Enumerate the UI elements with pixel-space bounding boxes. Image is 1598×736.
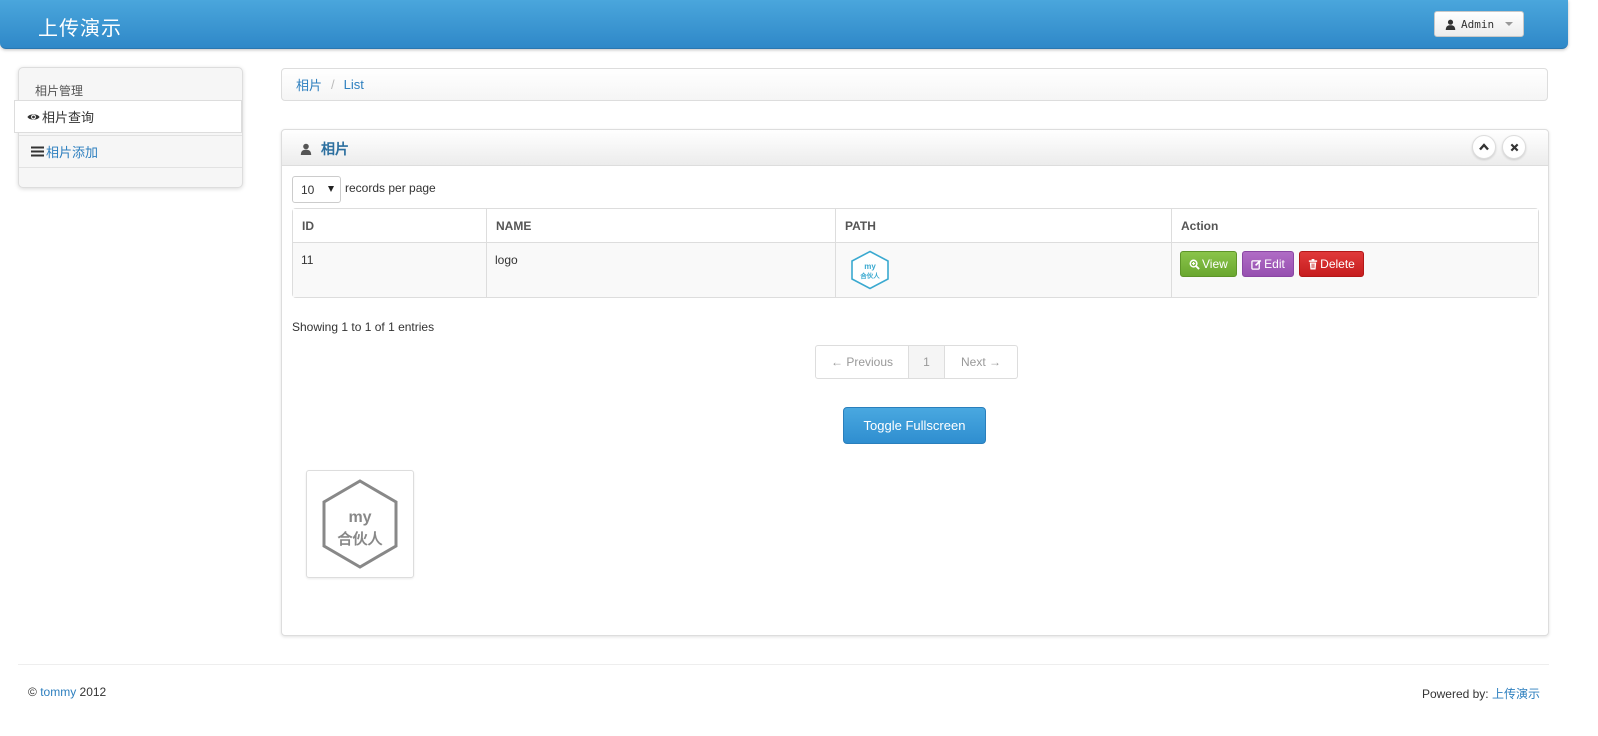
cell-id: 11 [293, 243, 487, 297]
breadcrumb-link-list[interactable]: List [344, 77, 364, 92]
edit-button[interactable]: Edit [1242, 251, 1294, 277]
close-icon [1510, 143, 1519, 152]
sidebar-item-label: 相片添加 [46, 145, 99, 160]
delete-button-label: Delete [1320, 257, 1355, 271]
eye-icon [27, 112, 40, 122]
table-row: 11 logo my 合伙人 View Edit Delete [293, 243, 1538, 297]
pagination-next[interactable]: Next → [945, 346, 1017, 378]
trash-icon [1308, 258, 1318, 270]
close-panel-button[interactable] [1502, 135, 1526, 159]
view-button-label: View [1202, 257, 1228, 271]
sidebar-item-label: 相片查询 [42, 110, 95, 125]
caret-down-icon [328, 186, 334, 192]
panel-title-text: 相片 [321, 141, 349, 157]
pagination: ← Previous 1 Next → [815, 345, 1018, 379]
zoom-in-icon [1189, 259, 1200, 270]
chevron-down-icon [1505, 22, 1514, 26]
logo-image: my 合伙人 [322, 479, 398, 569]
records-per-page-value: 10 [301, 182, 315, 197]
delete-button[interactable]: Delete [1299, 251, 1364, 277]
cell-name: logo [487, 243, 836, 297]
sidebar-header: 相片管理 [35, 84, 84, 98]
footer-powered-by: Powered by: 上传演示 [1422, 685, 1540, 702]
table-info: Showing 1 to 1 of 1 entries [292, 320, 435, 334]
thumbnail-small-text-1: my [864, 262, 876, 271]
user-menu-label: Admin [1461, 17, 1495, 31]
powered-by-label: Powered by: [1421, 687, 1489, 701]
panel-title: 相片 [300, 139, 349, 159]
records-per-page-label: records per page [345, 181, 436, 195]
breadcrumb: 相片 / List [281, 68, 1548, 101]
footer-divider [18, 664, 1549, 665]
table-header-row: ID NAME PATH Action [293, 209, 1538, 243]
column-header-action[interactable]: Action [1172, 209, 1538, 243]
sidebar-item-photo-query[interactable]: 相片查询 [14, 100, 242, 133]
edit-button-label: Edit [1264, 257, 1285, 271]
footer-copyright: © tommy 2012 [28, 685, 106, 699]
user-menu-button[interactable]: Admin [1434, 11, 1524, 37]
column-header-name[interactable]: NAME [487, 209, 836, 243]
toggle-fullscreen-button[interactable]: Toggle Fullscreen [843, 407, 986, 444]
copyright-year: 2012 [79, 685, 107, 699]
breadcrumb-link-photos[interactable]: 相片 [296, 75, 322, 94]
collapse-button[interactable] [1472, 135, 1496, 159]
column-header-id[interactable]: ID [293, 209, 487, 243]
thumbnail-small-text-2: 合伙人 [859, 271, 880, 280]
list-icon [31, 146, 44, 157]
column-header-path[interactable]: PATH [836, 209, 1172, 243]
photo-panel: 相片 10 records per page ID NAME PATH Acti… [281, 129, 1549, 636]
breadcrumb-separator: / [331, 77, 335, 92]
brand-title[interactable]: 上传演示 [38, 12, 122, 41]
cell-actions: View Edit Delete [1172, 243, 1538, 297]
user-icon [1445, 19, 1456, 30]
author-link[interactable]: tommy [40, 685, 76, 699]
copyright-symbol: © [28, 685, 37, 699]
thumbnail-large-text-1: my [348, 509, 371, 526]
panel-header: 相片 [282, 130, 1548, 166]
sidebar-item-photo-add[interactable]: 相片添加 [19, 135, 242, 168]
photo-table: ID NAME PATH Action 11 logo my 合伙人 View … [292, 208, 1539, 298]
powered-by-link[interactable]: 上传演示 [1492, 687, 1540, 701]
pagination-page-1[interactable]: 1 [909, 346, 945, 378]
records-per-page-select[interactable]: 10 [292, 176, 341, 203]
photo-thumbnail-small[interactable]: my 合伙人 [848, 250, 892, 290]
thumbnail-large-text-2: 合伙人 [336, 530, 383, 548]
view-button[interactable]: View [1180, 251, 1237, 277]
pagination-previous[interactable]: ← Previous [816, 346, 909, 378]
sidebar: 相片管理 相片查询 相片添加 [14, 67, 243, 188]
cell-path: my 合伙人 [836, 243, 1172, 297]
top-navbar: 上传演示 Admin [0, 0, 1568, 49]
user-icon [300, 143, 312, 155]
edit-icon [1251, 259, 1262, 270]
photo-thumbnail-large[interactable]: my 合伙人 [306, 470, 414, 578]
chevron-up-icon [1479, 143, 1489, 151]
